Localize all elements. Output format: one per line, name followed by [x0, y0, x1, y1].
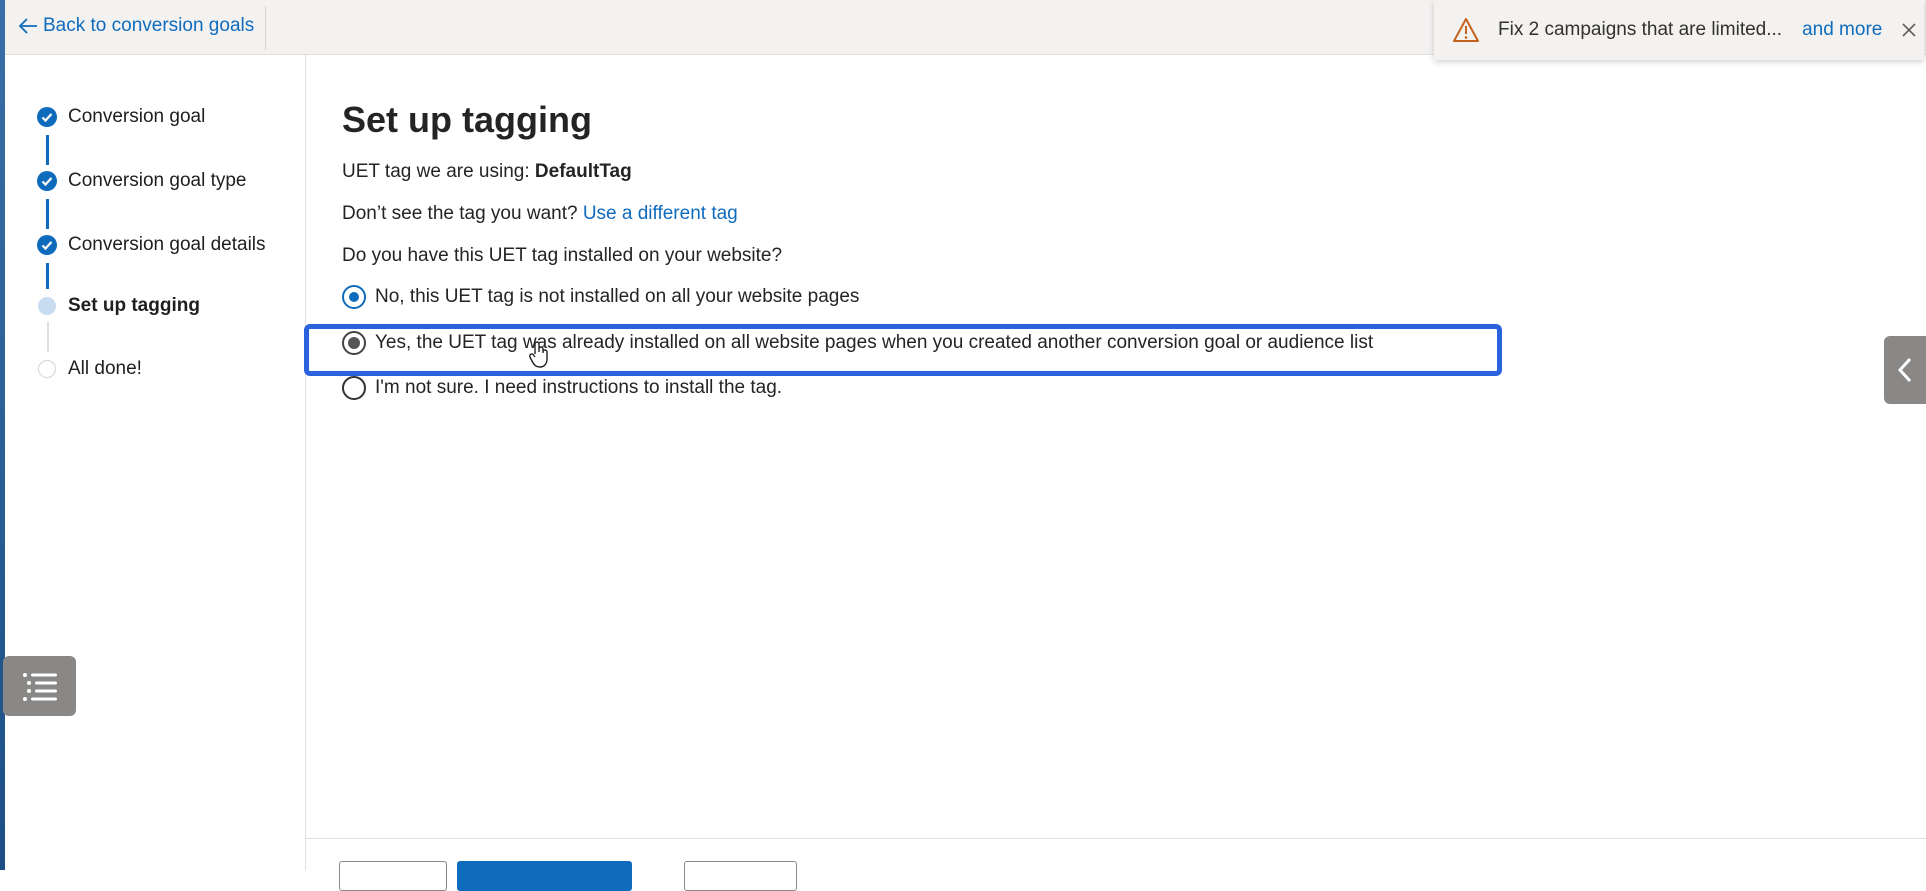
list-menu-button[interactable] [3, 656, 76, 716]
warning-icon [1453, 18, 1479, 42]
step-label: All done! [68, 358, 142, 379]
main-content: Set up tagging UET tag we are using: Def… [306, 55, 1926, 870]
and-more-link[interactable]: and more [1802, 19, 1882, 41]
step-label: Conversion goal type [68, 170, 247, 191]
uet-tag-label: UET tag we are using: [342, 161, 530, 182]
cancel-button[interactable] [684, 861, 797, 891]
different-tag-row: Don’t see the tag you want? Use a differ… [342, 203, 738, 225]
step-connector [47, 322, 49, 352]
radio-label: I'm not sure. I need instructions to ins… [375, 377, 783, 398]
step-label: Conversion goal [68, 106, 206, 127]
expand-panel-tab[interactable] [1884, 336, 1926, 404]
notification-message: Fix 2 campaigns that are limited... [1498, 19, 1783, 40]
step-label: Conversion goal details [68, 234, 266, 255]
radio-option-already-installed[interactable]: Yes, the UET tag was already installed o… [342, 331, 1373, 355]
notification-banner: Fix 2 campaigns that are limited... and … [1434, 0, 1924, 60]
pending-step-dot [38, 360, 56, 378]
check-circle-icon [37, 171, 57, 191]
radio-label: No, this UET tag is not installed on all… [375, 286, 860, 307]
check-circle-icon [37, 235, 57, 255]
tag-installed-question: Do you have this UET tag installed on yo… [342, 245, 783, 266]
step-label: Set up tagging [68, 295, 200, 316]
current-step-dot [38, 297, 56, 315]
close-icon[interactable] [1900, 21, 1918, 39]
arrow-left-icon [18, 18, 37, 34]
step-connector [46, 135, 49, 165]
radio-option-not-installed[interactable]: No, this UET tag is not installed on all… [342, 285, 859, 309]
check-circle-icon [37, 107, 57, 127]
page-title: Set up tagging [342, 99, 592, 140]
uet-tag-name: DefaultTag [534, 161, 632, 182]
dont-see-tag-text: Don’t see the tag you want? [342, 203, 578, 224]
radio-button[interactable] [342, 285, 366, 309]
radio-button[interactable] [342, 331, 366, 355]
topbar-divider [265, 6, 266, 50]
step-connector [46, 199, 49, 229]
radio-button[interactable] [342, 376, 366, 400]
chevron-left-icon [1897, 357, 1912, 383]
back-button[interactable] [339, 861, 447, 891]
next-button[interactable] [457, 861, 632, 891]
back-to-conversion-goals-link[interactable]: Back to conversion goals [17, 15, 254, 37]
uet-tag-info: UET tag we are using: DefaultTag [342, 161, 632, 183]
radio-label: Yes, the UET tag was already installed o… [375, 332, 1374, 353]
back-link-label: Back to conversion goals [43, 15, 255, 36]
use-different-tag-link[interactable]: Use a different tag [583, 203, 738, 224]
list-icon [23, 673, 57, 701]
radio-option-not-sure[interactable]: I'm not sure. I need instructions to ins… [342, 376, 782, 400]
wizard-sidebar: Conversion goal Conversion goal type Con… [5, 55, 306, 870]
step-connector [46, 263, 49, 289]
hand-pointer-cursor-icon [529, 341, 548, 368]
footer-divider [306, 838, 1926, 839]
